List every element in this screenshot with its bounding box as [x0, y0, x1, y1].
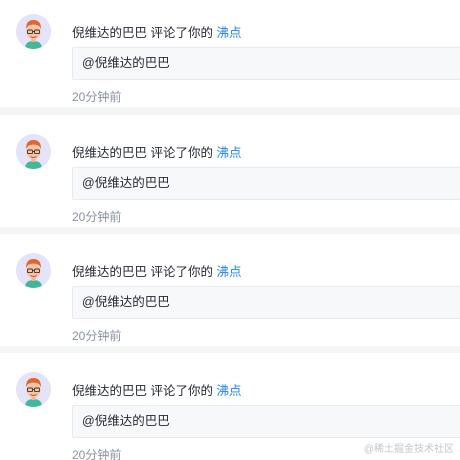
user-avatar-icon[interactable]: [16, 134, 51, 169]
watermark: @稀土掘金技术社区: [363, 444, 454, 455]
notification-feed: 倪维达的巴巴 评论了你的 沸点 @倪维达的巴巴 20分钟前 倪维达的巴巴 评论了…: [0, 0, 460, 460]
notification-card[interactable]: 倪维达的巴巴 评论了你的 沸点 @倪维达的巴巴 20分钟前: [0, 115, 460, 227]
comment-quote[interactable]: @倪维达的巴巴: [72, 47, 460, 80]
action-text: 评论了你的: [147, 384, 217, 398]
timestamp: 20分钟前: [72, 210, 122, 224]
user-avatar-icon[interactable]: [16, 253, 51, 288]
target-link[interactable]: 沸点: [216, 146, 241, 160]
commenter-name[interactable]: 倪维达的巴巴: [72, 146, 147, 160]
notification-title: 倪维达的巴巴 评论了你的 沸点: [72, 25, 241, 41]
notification-title: 倪维达的巴巴 评论了你的 沸点: [72, 383, 241, 399]
user-avatar-icon[interactable]: [16, 372, 51, 407]
timestamp: 20分钟前: [72, 329, 122, 343]
commenter-name[interactable]: 倪维达的巴巴: [72, 26, 147, 40]
action-text: 评论了你的: [147, 265, 217, 279]
commenter-name[interactable]: 倪维达的巴巴: [72, 265, 147, 279]
notification-title: 倪维达的巴巴 评论了你的 沸点: [72, 264, 241, 280]
notification-card[interactable]: 倪维达的巴巴 评论了你的 沸点 @倪维达的巴巴 20分钟前: [0, 234, 460, 346]
target-link[interactable]: 沸点: [216, 384, 241, 398]
action-text: 评论了你的: [147, 26, 217, 40]
target-link[interactable]: 沸点: [216, 26, 241, 40]
notification-card[interactable]: 倪维达的巴巴 评论了你的 沸点 @倪维达的巴巴 20分钟前: [0, 0, 460, 107]
timestamp: 20分钟前: [72, 90, 122, 104]
comment-quote[interactable]: @倪维达的巴巴: [72, 405, 460, 438]
target-link[interactable]: 沸点: [216, 265, 241, 279]
user-avatar-icon[interactable]: [16, 14, 51, 49]
timestamp: 20分钟前: [72, 448, 122, 460]
comment-quote[interactable]: @倪维达的巴巴: [72, 167, 460, 200]
comment-quote[interactable]: @倪维达的巴巴: [72, 286, 460, 319]
action-text: 评论了你的: [147, 146, 217, 160]
commenter-name[interactable]: 倪维达的巴巴: [72, 384, 147, 398]
notification-title: 倪维达的巴巴 评论了你的 沸点: [72, 145, 241, 161]
